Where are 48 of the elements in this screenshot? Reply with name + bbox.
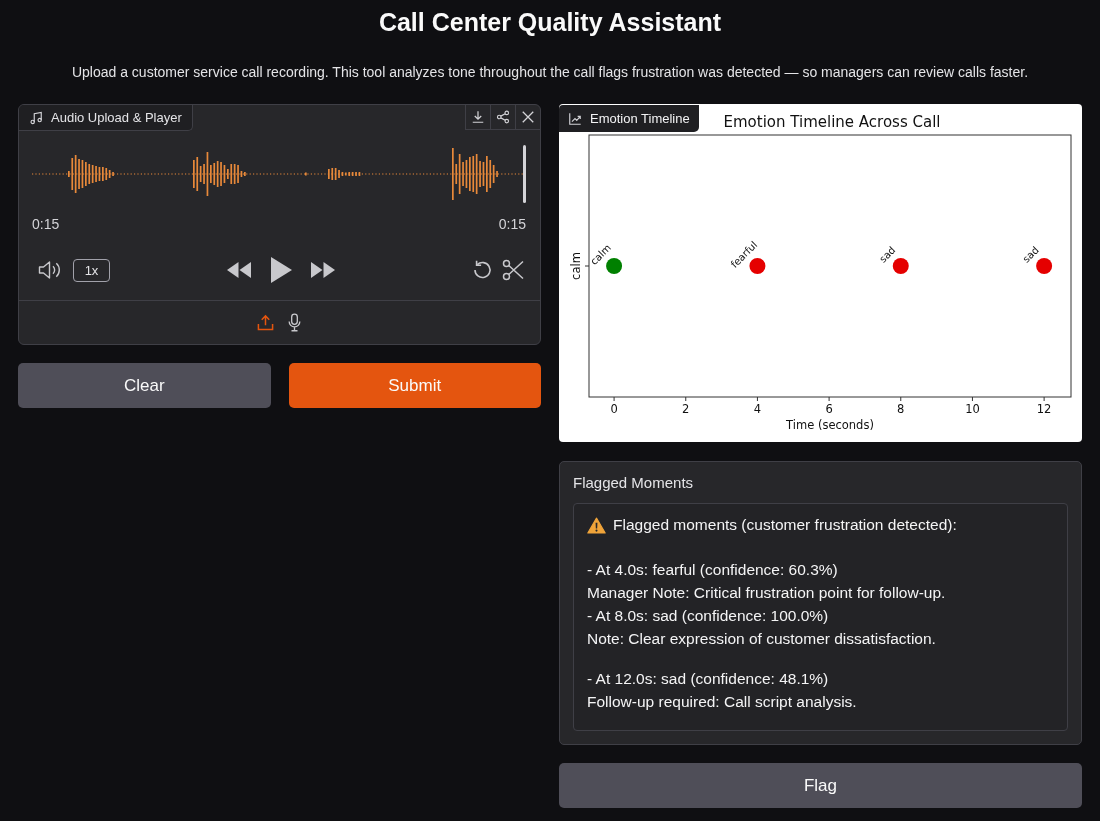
- axis-tick-label: 12: [1036, 402, 1052, 416]
- fast-forward-icon[interactable]: [310, 261, 336, 279]
- flagged-text-line: Note: Clear expression of customer dissatisfaction.: [587, 629, 937, 649]
- share-icon: [496, 110, 510, 124]
- point-label: sad: [1020, 244, 1041, 265]
- axis-tick-label: 6: [825, 402, 833, 416]
- duration: 0:15: [498, 215, 526, 233]
- microphone-icon[interactable]: [287, 313, 302, 332]
- flagged-text-line: - At 12.0s: sad (confidence: 48.1%): [587, 669, 830, 689]
- volume-icon[interactable]: [38, 260, 62, 280]
- upload-icon[interactable]: [257, 314, 274, 331]
- chart-title: Emotion Timeline Across Call: [723, 113, 941, 131]
- warning-icon: [587, 516, 606, 534]
- axis-tick-label: 0: [610, 402, 618, 416]
- rewind-icon[interactable]: [226, 261, 252, 279]
- panel-title: Flagged Moments: [573, 473, 695, 493]
- flag-button[interactable]: Flag: [559, 763, 1082, 808]
- flagged-text-line: Follow-up required: Call script analysis.: [587, 692, 858, 712]
- close-icon: [521, 110, 535, 124]
- close-button[interactable]: [515, 105, 540, 130]
- chart-icon: [568, 111, 582, 126]
- axis-tick-label: 10: [965, 402, 980, 416]
- clear-button[interactable]: Clear: [18, 363, 271, 408]
- axis-tick-label: 2: [682, 402, 690, 416]
- axis-tick-label: 4: [753, 402, 762, 416]
- page-title: Call Center Quality Assistant: [377, 7, 723, 38]
- waveform[interactable]: [32, 145, 526, 203]
- download-button[interactable]: [465, 105, 490, 130]
- scissors-icon[interactable]: [502, 259, 524, 281]
- block-label-text: Audio Upload & Player: [51, 110, 182, 125]
- playback-speed-button[interactable]: 1x: [73, 258, 110, 282]
- page-description: Upload a customer service call recording. This tool analyzes tone throughout the call flags frustration was detected — so managers can review calls faster.: [70, 63, 1030, 82]
- undo-icon[interactable]: [471, 259, 493, 281]
- block-label-text: Emotion Timeline: [590, 111, 690, 126]
- play-icon[interactable]: [269, 256, 293, 284]
- submit-button[interactable]: Submit: [288, 363, 541, 408]
- axis-title: Time (seconds): [786, 418, 874, 432]
- axis-title: calm: [569, 252, 583, 280]
- flagged-text-line: - At 4.0s: fearful (confidence: 60.3%): [587, 560, 839, 580]
- axis-tick-label: 8: [897, 402, 905, 416]
- music-note-icon: [29, 110, 43, 125]
- download-icon: [471, 110, 485, 124]
- point-label: sad: [877, 244, 898, 265]
- flagged-heading: Flagged moments (customer frustration detected):: [613, 515, 957, 535]
- current-time: 0:15: [32, 215, 60, 233]
- share-button[interactable]: [490, 105, 515, 130]
- flagged-text-line: Manager Note: Critical frustration point for follow-up.: [587, 583, 947, 603]
- flagged-text-line: - At 8.0s: sad (confidence: 100.0%): [587, 606, 830, 626]
